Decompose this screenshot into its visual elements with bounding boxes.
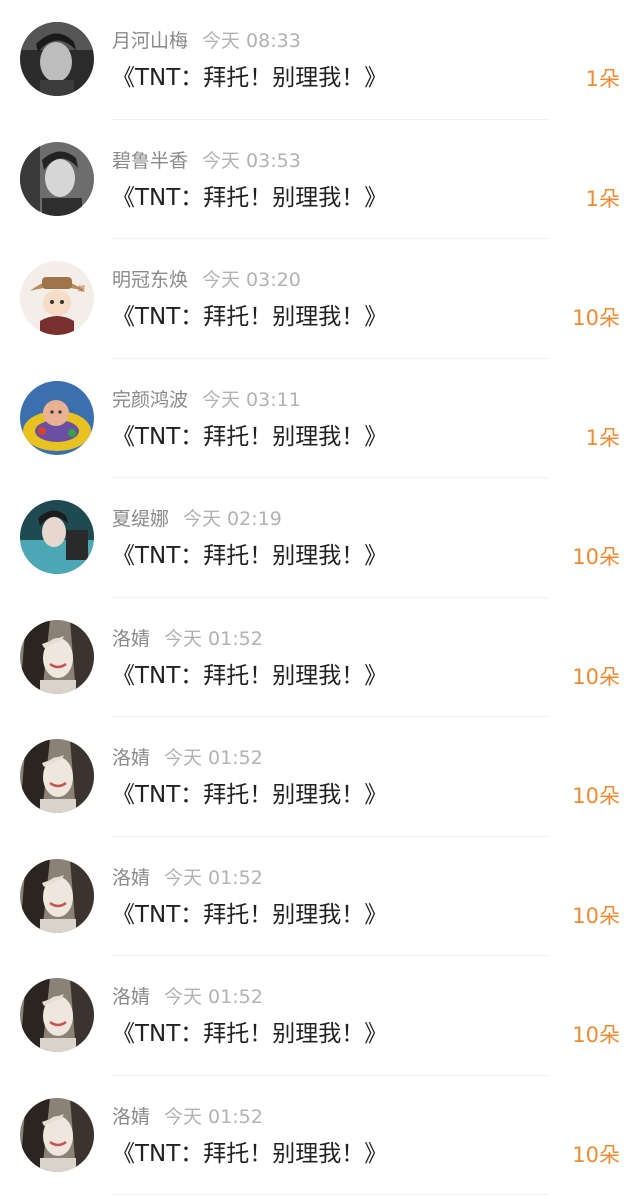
timestamp: 今天 02:19 <box>183 508 282 530</box>
list-item[interactable]: 夏缇娜 今天 02:19 《TNT：拜托！别理我！》 10朵 <box>0 478 640 598</box>
avatar-baby-icon <box>20 380 94 455</box>
meta-line: 洛婧 今天 01:52 <box>112 745 263 771</box>
book-title[interactable]: 《TNT：拜托！别理我！》 <box>112 182 387 214</box>
avatar[interactable] <box>20 978 94 1052</box>
meta-line: 洛婧 今天 01:52 <box>112 865 263 891</box>
flower-count: 10朵 <box>572 903 620 928</box>
meta-line: 洛婧 今天 01:52 <box>112 1104 263 1130</box>
book-title[interactable]: 《TNT：拜托！别理我！》 <box>112 301 387 333</box>
svg-text:耀: 耀 <box>78 284 85 293</box>
flower-count: 1朵 <box>585 67 620 91</box>
user-name[interactable]: 洛婧 <box>112 628 150 650</box>
flower-count: 1朵 <box>585 425 620 450</box>
list-item[interactable]: 洛婧 今天 01:52 《TNT：拜托！别理我！》 10朵 <box>0 956 640 1076</box>
flower-count: 10朵 <box>572 1142 620 1167</box>
avatar-boy-dark-icon <box>20 22 94 96</box>
avatar[interactable] <box>20 858 94 933</box>
flower-count: 10朵 <box>572 784 620 808</box>
flower-count: 10朵 <box>572 306 620 330</box>
meta-line: 洛婧 今天 01:52 <box>112 984 263 1010</box>
flower-count: 10朵 <box>572 664 620 689</box>
meta-line: 明冠东焕 今天 03:20 <box>112 267 301 293</box>
timestamp: 今天 03:53 <box>202 149 301 172</box>
flower-count: 10朵 <box>572 1023 620 1047</box>
user-name[interactable]: 完颜鸿波 <box>112 389 188 411</box>
book-title[interactable]: 《TNT：拜托！别理我！》 <box>112 899 387 931</box>
book-title[interactable]: 《TNT：拜托！别理我！》 <box>112 421 387 453</box>
avatar[interactable] <box>20 739 94 813</box>
avatar[interactable] <box>20 1097 94 1172</box>
avatar-girl-icon <box>20 739 94 813</box>
user-name[interactable]: 洛婧 <box>112 986 150 1008</box>
avatar-teal-boy-icon <box>20 500 94 574</box>
timestamp: 今天 01:52 <box>164 986 263 1008</box>
book-title[interactable]: 《TNT：拜托！别理我！》 <box>112 660 387 692</box>
avatar[interactable]: 耀 <box>20 261 94 335</box>
meta-line: 夏缇娜 今天 02:19 <box>112 506 282 532</box>
timestamp: 今天 03:20 <box>202 269 301 291</box>
avatar-girl-icon <box>20 1097 94 1172</box>
flower-count: 1朵 <box>585 186 620 211</box>
list-item[interactable]: 月河山梅 今天 08:33 《TNT：拜托！别理我！》 1朵 <box>0 0 640 120</box>
book-title[interactable]: 《TNT：拜托！别理我！》 <box>112 1138 387 1170</box>
timestamp: 今天 01:52 <box>164 866 263 889</box>
meta-line: 洛婧 今天 01:52 <box>112 626 263 652</box>
avatar-girl-icon <box>20 978 94 1052</box>
avatar-cartoon-hat-icon: 耀 <box>20 261 94 335</box>
avatar-girl-icon <box>20 858 94 933</box>
user-name[interactable]: 碧鲁半香 <box>112 150 188 172</box>
list-item[interactable]: 碧鲁半香 今天 03:53 《TNT：拜托！别理我！》 1朵 <box>0 120 640 240</box>
list-item[interactable]: 洛婧 今天 01:52 《TNT：拜托！别理我！》 10朵 <box>0 1076 640 1196</box>
book-title[interactable]: 《TNT：拜托！别理我！》 <box>112 779 387 811</box>
book-title[interactable]: 《TNT：拜托！别理我！》 <box>112 1018 387 1050</box>
avatar[interactable] <box>20 500 94 574</box>
user-name[interactable]: 夏缇娜 <box>112 508 169 530</box>
list-item[interactable]: 洛婧 今天 01:52 《TNT：拜托！别理我！》 10朵 <box>0 598 640 718</box>
user-name[interactable]: 洛婧 <box>112 747 150 769</box>
meta-line: 完颜鸿波 今天 03:11 <box>112 387 301 413</box>
avatar[interactable] <box>20 619 94 694</box>
timestamp: 今天 01:52 <box>164 627 263 650</box>
list-item[interactable]: 洛婧 今天 01:52 《TNT：拜托！别理我！》 10朵 <box>0 837 640 957</box>
user-name[interactable]: 洛婧 <box>112 867 150 889</box>
timestamp: 今天 03:11 <box>202 388 301 411</box>
avatar[interactable] <box>20 141 94 216</box>
user-name[interactable]: 月河山梅 <box>112 30 188 52</box>
list-item[interactable]: 洛婧 今天 01:52 《TNT：拜托！别理我！》 10朵 <box>0 717 640 837</box>
list-item[interactable]: 完颜鸿波 今天 03:11 《TNT：拜托！别理我！》 1朵 <box>0 359 640 479</box>
avatar-boy-grey-icon <box>20 141 94 216</box>
avatar[interactable] <box>20 380 94 455</box>
timestamp: 今天 01:52 <box>164 747 263 769</box>
timestamp: 今天 08:33 <box>202 30 301 52</box>
timestamp: 今天 01:52 <box>164 1105 263 1128</box>
list-item[interactable]: 耀 明冠东焕 今天 03:20 《TNT：拜托！别理我！》 10朵 <box>0 239 640 359</box>
user-name[interactable]: 明冠东焕 <box>112 269 188 291</box>
book-title[interactable]: 《TNT：拜托！别理我！》 <box>112 540 387 572</box>
meta-line: 月河山梅 今天 08:33 <box>112 28 301 54</box>
book-title[interactable]: 《TNT：拜托！别理我！》 <box>112 62 387 94</box>
avatar[interactable] <box>20 22 94 96</box>
meta-line: 碧鲁半香 今天 03:53 <box>112 148 301 174</box>
gift-list: 月河山梅 今天 08:33 《TNT：拜托！别理我！》 1朵 碧鲁半香 今天 03:… <box>0 0 640 1199</box>
avatar-girl-icon <box>20 619 94 694</box>
user-name[interactable]: 洛婧 <box>112 1106 150 1128</box>
flower-count: 10朵 <box>572 545 620 569</box>
